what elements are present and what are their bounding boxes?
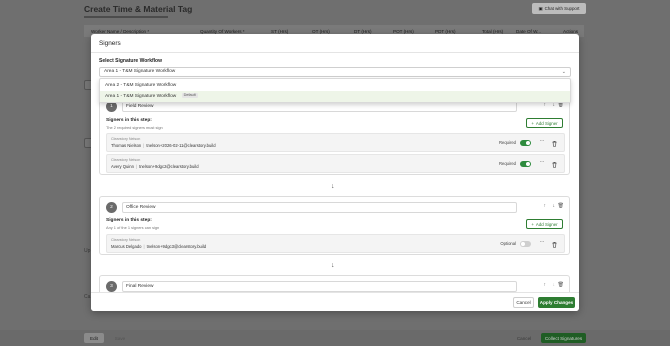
arrow-down-icon: ↓ [331,183,335,190]
signer-email: tnelson+2026-02-11@clearstory.build [146,143,216,148]
move-up-icon[interactable]: ↑ [544,282,547,288]
bg-snippet: Ca [84,294,91,300]
chat-support-button[interactable]: ▣ Chat with Support [532,3,586,14]
signer-identity: Marcus Delgado | tnelson+9dgc3@clearstory.… [111,244,207,249]
bg-upload-snippet: Up [84,248,91,254]
signers-title: Signers in this step: [106,118,152,123]
signer-email: tnelson+9dgc3@clearstory.build [146,244,207,249]
chat-icon: ▣ [538,5,543,11]
modal-title: Signers [99,40,121,47]
signer-identity: Avery Quinn | tnelson+9dgc2@clearstory.bui… [111,164,199,169]
plus-icon: + [531,221,534,227]
step-number: 2 [106,202,117,213]
modal-footer: Cancel Apply Changes [91,292,579,311]
delete-step-icon[interactable]: 🗑 [558,203,564,209]
trash-icon[interactable] [551,241,558,248]
edit-button[interactable]: Edit [84,333,104,343]
delete-step-icon[interactable]: 🗑 [558,282,564,288]
signers-title: Signers in this step: [106,218,152,223]
signer-row: Clearstory Nelson Avery Quinn | tnelson+9d… [106,154,565,173]
title-underline [84,16,168,18]
page-title: Create Time & Material Tag [84,4,193,14]
signers-subtitle: The 2 required signers must sign [106,125,163,130]
step-card: 1 Field Review ↑ ↓ 🗑 Signers in this ste… [99,91,570,175]
cancel-button[interactable]: Cancel [513,297,534,308]
step-name-input[interactable]: Final Review [122,281,517,292]
signer-name: Thomas Nielson [111,143,142,148]
signer-row: Clearstory Nelson Thomas Nielson | tnelson… [106,133,565,152]
more-icon[interactable]: ··· [540,159,545,165]
more-icon[interactable]: ··· [540,239,545,245]
collect-signatures-button[interactable]: Collect Signatures [541,333,586,343]
step-name-input[interactable]: Office Review [122,202,517,213]
add-signer-label: Add Signer [535,221,558,227]
apply-changes-button[interactable]: Apply Changes [538,297,575,308]
trash-icon[interactable] [551,140,558,147]
more-icon[interactable]: ··· [540,138,545,144]
step-card: 3 Final Review ↑ ↓ 🗑 [99,275,570,292]
signer-company: Clearstory Nelson [111,137,141,141]
plus-icon: + [531,120,534,126]
chat-support-label: Chat with Support [544,6,580,11]
workflow-option[interactable]: Area 2 - T&M Signature Workflow [100,80,570,91]
workflow-dropdown: Area 2 - T&M Signature Workflow Area 1 -… [99,78,571,103]
signer-row: Clearstory Nelson Marcus Delgado | tnelson… [106,234,565,253]
arrow-down-icon: ↓ [331,262,335,269]
default-badge: Default [181,93,198,99]
signers-subtitle: Any 1 of the 1 signers can sign [106,225,160,230]
signer-name: Avery Quinn [111,164,134,169]
signer-name: Marcus Delgado [111,244,142,249]
trash-icon[interactable] [551,161,558,168]
required-toggle[interactable] [520,161,531,167]
signer-status: Required [499,140,516,145]
signers-modal: Signers Select Signature Workflow Area 1… [91,34,579,311]
signer-identity: Thomas Nielson | tnelson+2026-02-11@clears… [111,143,216,148]
signer-email: tnelson+9dgc2@clearstory.build [139,164,199,169]
workflow-option-selected[interactable]: Area 1 - T&M Signature Workflow Default [100,91,570,102]
step-number: 3 [106,281,117,292]
signer-status: Optional [500,241,516,246]
add-signer-button[interactable]: + Add Signer [526,219,563,229]
footer-cancel-button[interactable]: Cancel [512,333,536,343]
move-up-icon[interactable]: ↑ [544,203,547,209]
add-signer-button[interactable]: + Add Signer [526,118,563,128]
workflow-option-label: Area 1 - T&M Signature Workflow [105,94,177,99]
modal-header: Signers [91,34,579,53]
signer-company: Clearstory Nelson [111,238,141,242]
move-down-icon[interactable]: ↓ [553,282,556,288]
add-signer-label: Add Signer [535,120,558,126]
workflow-option-label: Area 2 - T&M Signature Workflow [105,83,177,88]
required-toggle[interactable] [520,140,531,146]
signer-status: Required [499,161,516,166]
signer-company: Clearstory Nelson [111,158,141,162]
step-card: 2 Office Review ↑ ↓ 🗑 Signers in this st… [99,196,570,255]
save-button[interactable]: Save [110,333,130,343]
required-toggle[interactable] [520,241,531,247]
move-down-icon[interactable]: ↓ [553,203,556,209]
